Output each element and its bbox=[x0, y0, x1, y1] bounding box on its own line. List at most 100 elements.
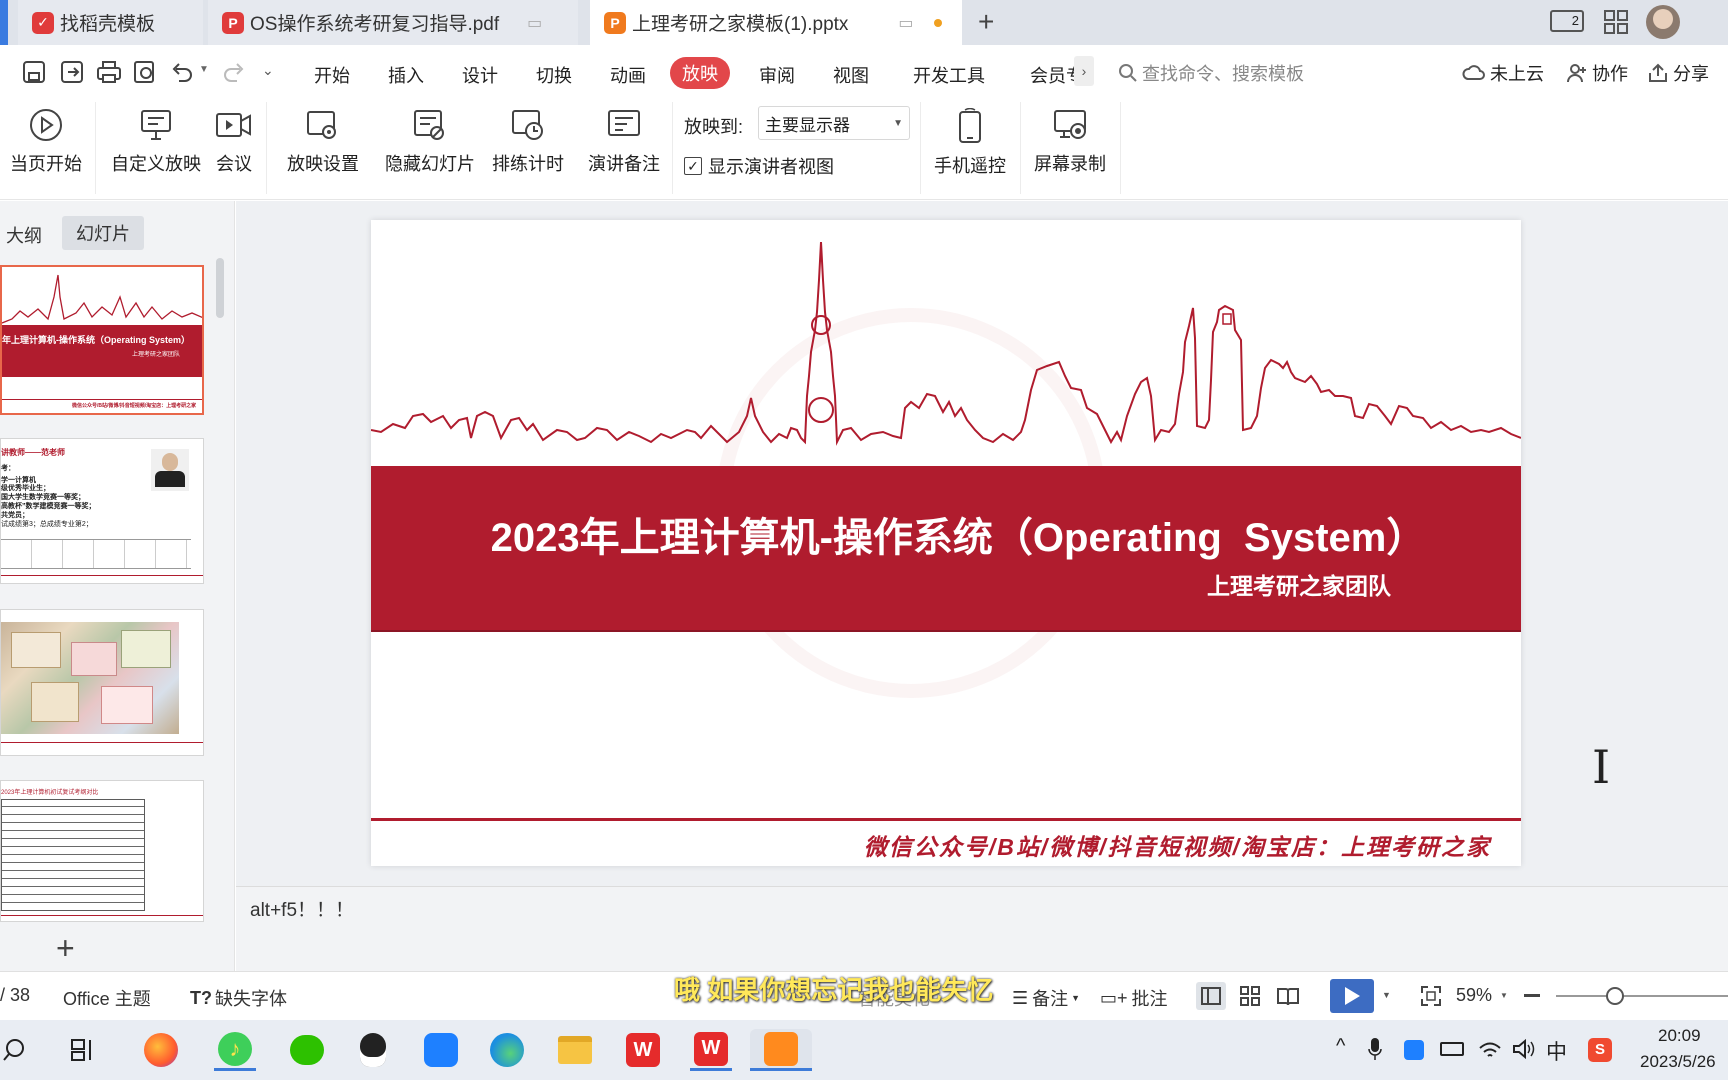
normal-view-button[interactable] bbox=[1196, 982, 1226, 1010]
meeting-button[interactable]: 会议 bbox=[212, 108, 256, 176]
split-view-icon[interactable]: 2 bbox=[1550, 10, 1584, 32]
screen-record-label: 屏幕录制 bbox=[1034, 154, 1106, 174]
sogou-ime-icon[interactable]: S bbox=[1588, 1038, 1612, 1062]
recorder-app-icon[interactable] bbox=[750, 1029, 812, 1071]
firefox-icon[interactable] bbox=[140, 1029, 182, 1071]
notes-pane[interactable]: alt+f5！！！ bbox=[236, 886, 1728, 971]
print-icon[interactable] bbox=[96, 60, 122, 84]
avatar[interactable] bbox=[1646, 5, 1680, 39]
play-options-dropdown-icon[interactable]: ▼ bbox=[1382, 990, 1391, 1000]
new-tab-button[interactable]: + bbox=[978, 6, 994, 38]
rehearse-timing-button[interactable]: 排练计时 bbox=[484, 108, 572, 176]
menu-item-design[interactable]: 设计 bbox=[462, 62, 498, 88]
zoom-slider[interactable] bbox=[1556, 987, 1728, 1005]
file-explorer-icon[interactable] bbox=[554, 1029, 596, 1071]
notes-toggle-button[interactable]: ☰ 备注 ▼ bbox=[1012, 985, 1080, 1011]
presenter-view-toggle[interactable]: ✓ 显示演讲者视图 bbox=[684, 153, 834, 179]
clock-date[interactable]: 2023/5/26 bbox=[1640, 1052, 1728, 1072]
tab-slides[interactable]: 幻灯片 bbox=[62, 216, 144, 250]
slide-thumbnail-4[interactable]: 2023年上理计算机初试复试考纲对比 bbox=[0, 780, 204, 922]
microphone-icon[interactable] bbox=[1368, 1037, 1382, 1061]
show-on-select[interactable]: 主要显示器 ▼ bbox=[758, 106, 910, 140]
chevron-up-icon[interactable]: ^ bbox=[1336, 1035, 1345, 1058]
tab-docer-templates[interactable]: ✓ 找稻壳模板 bbox=[18, 0, 203, 45]
play-slideshow-button[interactable] bbox=[1330, 979, 1374, 1013]
tab-outline[interactable]: 大纲 bbox=[6, 222, 42, 248]
wechat-icon[interactable] bbox=[286, 1029, 328, 1071]
slide-canvas[interactable]: 2023年上理计算机-操作系统（Operating System） 上理考研之家… bbox=[371, 220, 1521, 866]
menu-scroll-right-button[interactable]: › bbox=[1074, 56, 1094, 86]
missing-font-icon: T? bbox=[190, 987, 212, 1008]
wps-office-icon[interactable]: W bbox=[690, 1029, 732, 1071]
wps-pdf-icon[interactable]: W bbox=[622, 1029, 664, 1071]
slide-thumbnail-1[interactable]: 年上理计算机-操作系统（Operating System） 上理考研之家团队 微… bbox=[0, 265, 204, 415]
clock-time[interactable]: 20:09 bbox=[1658, 1026, 1701, 1046]
show-settings-button[interactable]: 放映设置 bbox=[280, 108, 366, 176]
menu-item-animation[interactable]: 动画 bbox=[610, 62, 646, 88]
save-icon[interactable] bbox=[22, 60, 46, 84]
theme-name[interactable]: Office 主题 bbox=[63, 985, 151, 1011]
notes-text[interactable]: alt+f5！！！ bbox=[250, 895, 354, 922]
hide-slide-button[interactable]: 隐藏幻灯片 bbox=[380, 108, 480, 176]
grid-apps-icon[interactable] bbox=[1604, 10, 1628, 39]
menu-item-view[interactable]: 视图 bbox=[833, 62, 869, 88]
export-icon[interactable] bbox=[60, 60, 84, 84]
slide-sorter-icon[interactable] bbox=[1240, 986, 1260, 1006]
print-preview-icon[interactable] bbox=[133, 60, 157, 84]
tab-pptx[interactable]: P 上理考研之家模板(1).pptx ▭ bbox=[590, 0, 962, 45]
phone-remote-button[interactable]: 手机遥控 bbox=[932, 108, 1008, 178]
collaborate-button[interactable]: 协作 bbox=[1566, 60, 1628, 86]
wifi-icon[interactable] bbox=[1478, 1038, 1502, 1060]
music-player-icon[interactable]: ♪ bbox=[214, 1029, 256, 1071]
undo-dropdown-icon[interactable]: ▼ bbox=[199, 64, 209, 75]
command-search[interactable]: 查找命令、搜索模板 bbox=[1118, 58, 1418, 88]
customize-toolbar-icon[interactable]: ⌄ bbox=[262, 62, 274, 79]
zoom-dropdown-icon[interactable]: ▼ bbox=[1500, 991, 1508, 1000]
slide-counter: / 38 bbox=[0, 985, 31, 1005]
menu-item-developer[interactable]: 开发工具 bbox=[913, 62, 985, 88]
ribbon-divider bbox=[95, 102, 96, 194]
menu-item-member[interactable]: 会员专 bbox=[1030, 62, 1074, 88]
custom-show-button[interactable]: 自定义放映 bbox=[108, 108, 204, 176]
slide-title[interactable]: 2023年上理计算机-操作系统（Operating System） bbox=[371, 505, 1521, 563]
missing-font-button[interactable]: T? 缺失字体 bbox=[190, 985, 287, 1011]
task-view-icon[interactable] bbox=[70, 1038, 96, 1062]
thumbnail-scrollbar[interactable] bbox=[216, 258, 224, 318]
portrait-image bbox=[151, 449, 189, 491]
undo-icon[interactable] bbox=[170, 61, 194, 83]
menu-item-review[interactable]: 审阅 bbox=[759, 62, 795, 88]
ribbon-divider bbox=[1020, 102, 1021, 194]
custom-show-icon bbox=[141, 110, 171, 140]
share-button[interactable]: 分享 bbox=[1647, 60, 1709, 86]
reading-view-icon[interactable] bbox=[1276, 986, 1300, 1006]
ime-indicator[interactable]: 中 bbox=[1546, 1036, 1567, 1066]
zoom-level[interactable]: 59% bbox=[1456, 985, 1492, 1006]
menu-item-insert[interactable]: 插入 bbox=[388, 62, 424, 88]
menu-item-slideshow[interactable]: 放映 bbox=[670, 57, 730, 89]
fit-to-window-icon[interactable] bbox=[1420, 985, 1442, 1007]
zoom-slider-handle[interactable] bbox=[1606, 987, 1624, 1005]
slide-thumbnail-3[interactable] bbox=[0, 609, 204, 756]
phone-remote-label: 手机遥控 bbox=[934, 156, 1006, 176]
menu-item-transition[interactable]: 切换 bbox=[536, 62, 572, 88]
volume-icon[interactable] bbox=[1512, 1038, 1536, 1060]
screen-record-button[interactable]: 屏幕录制 bbox=[1032, 108, 1108, 176]
add-slide-button[interactable]: + bbox=[56, 930, 75, 967]
search-icon[interactable] bbox=[2, 1038, 26, 1062]
battery-icon[interactable] bbox=[1440, 1042, 1464, 1056]
cloud-status-button[interactable]: 未上云 bbox=[1462, 60, 1544, 86]
slide-subtitle[interactable]: 上理考研之家团队 bbox=[1207, 567, 1391, 601]
zoom-out-button[interactable] bbox=[1524, 994, 1540, 997]
edge-icon[interactable] bbox=[486, 1029, 528, 1071]
speaker-notes-button[interactable]: 演讲备注 bbox=[586, 108, 662, 176]
feishu-icon[interactable] bbox=[420, 1029, 462, 1071]
from-current-slide-button[interactable]: 当页开始 bbox=[8, 108, 84, 176]
tab-pdf[interactable]: P OS操作系统考研复习指导.pdf ▭ bbox=[208, 0, 578, 45]
slide-footer[interactable]: 微信公众号/B站/微博/抖音短视频/淘宝店：上理考研之家 bbox=[864, 828, 1491, 862]
menu-item-start[interactable]: 开始 bbox=[314, 62, 350, 88]
comments-button[interactable]: ▭+ 批注 bbox=[1100, 985, 1168, 1011]
slide-thumbnail-2[interactable]: 讲教师——范老师 考： 学一计算机 级优秀毕业生； 国大学生数学竞赛一等奖； 高… bbox=[0, 438, 204, 584]
feishu-tray-icon[interactable] bbox=[1404, 1040, 1424, 1060]
qq-icon[interactable] bbox=[352, 1029, 394, 1071]
checkbox-checked-icon[interactable]: ✓ bbox=[684, 157, 702, 175]
